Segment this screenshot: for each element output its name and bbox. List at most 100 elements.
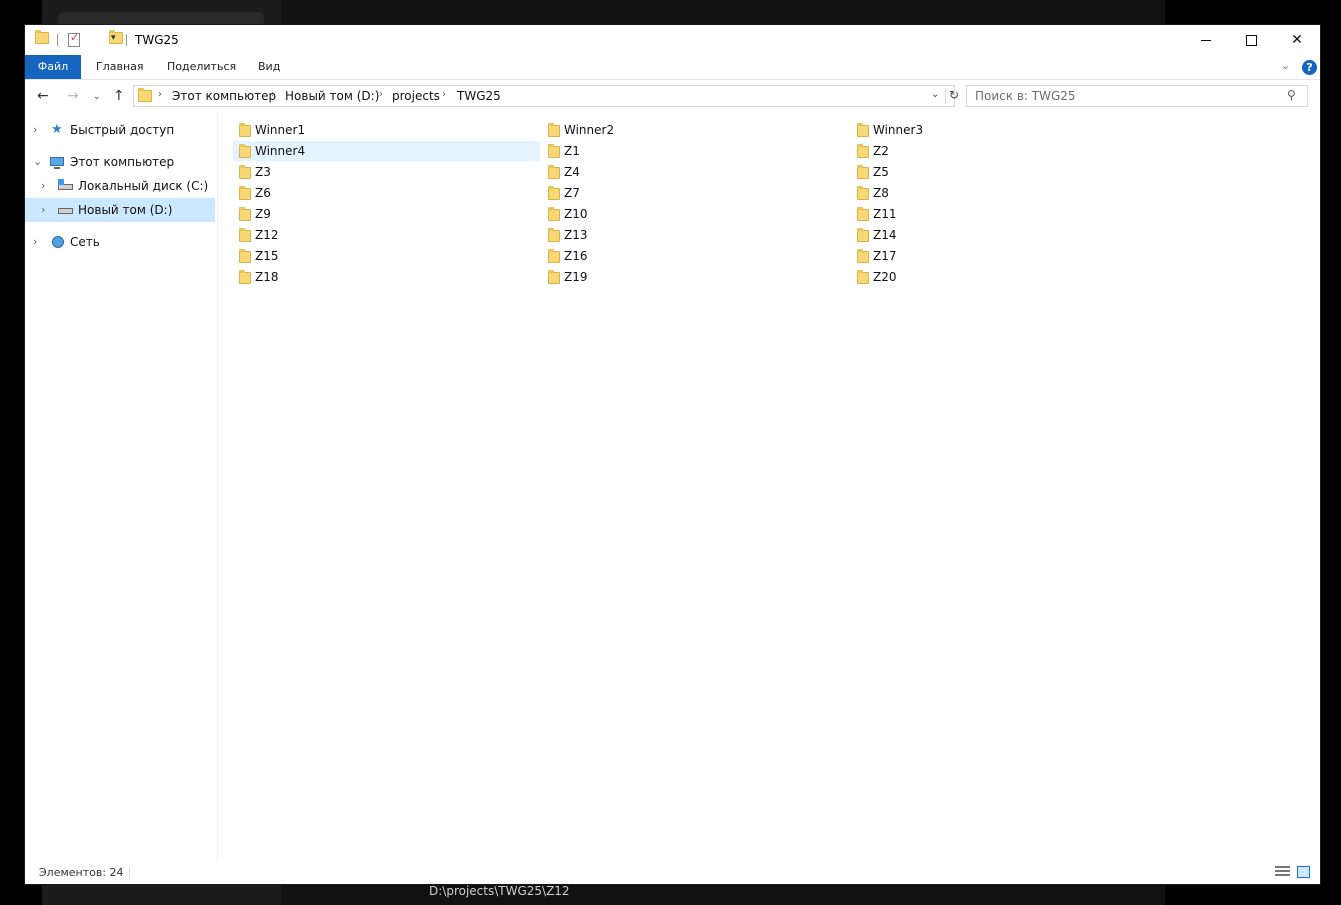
nav-item-network[interactable]: › Сеть bbox=[25, 230, 215, 254]
close-button[interactable]: ✕ bbox=[1274, 25, 1320, 55]
folder-name: Winner2 bbox=[564, 123, 615, 137]
folder-name: Z19 bbox=[564, 270, 588, 284]
minimize-button[interactable] bbox=[1183, 25, 1229, 55]
nav-label: Локальный диск (C:) bbox=[78, 179, 209, 193]
address-dropdown-icon[interactable]: ⌄ bbox=[931, 89, 939, 100]
folder-name: Z1 bbox=[564, 144, 580, 158]
folder-icon bbox=[857, 207, 869, 221]
expand-ribbon-chevron-icon[interactable]: ⌄ bbox=[1281, 59, 1290, 72]
expand-chevron-icon[interactable]: › bbox=[41, 198, 45, 222]
drive-d-icon bbox=[58, 208, 73, 214]
folder-icon bbox=[239, 228, 251, 242]
collapse-chevron-icon[interactable]: ⌄ bbox=[33, 150, 42, 174]
breadcrumb-twg25[interactable]: TWG25 bbox=[457, 89, 501, 103]
breadcrumb-separator-icon[interactable]: › bbox=[379, 89, 383, 100]
properties-icon[interactable] bbox=[68, 31, 80, 47]
folder-icon bbox=[857, 123, 869, 137]
folder-item[interactable]: Z20 bbox=[851, 267, 1158, 287]
star-icon: ★ bbox=[51, 122, 63, 137]
tab-share[interactable]: Поделиться bbox=[153, 55, 250, 79]
details-view-icon[interactable] bbox=[1275, 866, 1290, 879]
folder-name: Z3 bbox=[255, 165, 271, 179]
quick-access-separator bbox=[57, 34, 58, 46]
nav-label: Этот компьютер bbox=[70, 155, 175, 169]
folder-item[interactable]: Z7 bbox=[542, 183, 849, 203]
back-arrow-icon[interactable]: ← bbox=[37, 88, 49, 104]
breadcrumb-separator-icon[interactable]: › bbox=[158, 89, 162, 100]
maximize-button[interactable] bbox=[1228, 25, 1274, 55]
folder-item[interactable]: Winner3 bbox=[851, 120, 1158, 140]
expand-chevron-icon[interactable]: › bbox=[33, 230, 37, 254]
explorer-window: ▾ TWG25 ✕ Файл Главная Поделиться Вид ⌄ … bbox=[24, 24, 1321, 885]
folder-item[interactable]: Z11 bbox=[851, 204, 1158, 224]
folder-item[interactable]: Z17 bbox=[851, 246, 1158, 266]
folder-item[interactable]: Z4 bbox=[542, 162, 849, 182]
nav-item-drive-c[interactable]: › Локальный диск (C:) bbox=[25, 174, 215, 198]
recent-locations-chevron-icon[interactable]: ⌄ bbox=[93, 92, 101, 102]
folder-item[interactable]: Z5 bbox=[851, 162, 1158, 182]
folder-name: Z20 bbox=[873, 270, 897, 284]
folder-item[interactable]: Winner2 bbox=[542, 120, 849, 140]
folder-item[interactable]: Z8 bbox=[851, 183, 1158, 203]
folder-icon bbox=[548, 249, 560, 263]
folder-icon bbox=[857, 144, 869, 158]
folder-item[interactable]: Z18 bbox=[233, 267, 540, 287]
folder-icon bbox=[548, 186, 560, 200]
refresh-icon[interactable]: ↻ bbox=[945, 88, 962, 104]
breadcrumb-projects[interactable]: projects bbox=[392, 89, 440, 103]
search-icon[interactable]: ⚲ bbox=[1287, 88, 1296, 102]
folder-item[interactable]: Z14 bbox=[851, 225, 1158, 245]
folder-item[interactable]: Z9 bbox=[233, 204, 540, 224]
breadcrumb-separator-icon[interactable]: › bbox=[271, 89, 275, 100]
folder-item[interactable]: Z16 bbox=[542, 246, 849, 266]
tab-file[interactable]: Файл bbox=[25, 55, 81, 79]
folder-name: Z10 bbox=[564, 207, 588, 221]
status-bar: Элементов: 24 bbox=[25, 861, 1320, 884]
folder-item[interactable]: Winner1 bbox=[233, 120, 540, 140]
windows-logo-icon bbox=[58, 179, 64, 185]
quick-access-dropdown-icon[interactable]: ▾ bbox=[111, 33, 116, 43]
folder-item[interactable]: Z19 bbox=[542, 267, 849, 287]
folder-item[interactable]: Z1 bbox=[542, 141, 849, 161]
maximize-icon bbox=[1245, 34, 1257, 46]
search-input[interactable]: Поиск в: TWG25 ⚲ bbox=[966, 85, 1308, 107]
breadcrumb-this-pc[interactable]: Этот компьютер bbox=[172, 89, 276, 103]
folder-item[interactable]: Z3 bbox=[233, 162, 540, 182]
folder-name: Winner1 bbox=[255, 123, 306, 137]
expand-chevron-icon[interactable]: › bbox=[41, 174, 45, 198]
search-placeholder: Поиск в: TWG25 bbox=[975, 89, 1076, 103]
navigation-pane: › ★ Быстрый доступ ⌄ Этот компьютер › Ло… bbox=[25, 113, 218, 861]
folder-name: Z8 bbox=[873, 186, 889, 200]
address-bar[interactable]: › Этот компьютер › Новый том (D:) › proj… bbox=[133, 85, 959, 107]
help-icon[interactable]: ? bbox=[1302, 60, 1317, 75]
nav-item-this-pc[interactable]: ⌄ Этот компьютер bbox=[25, 150, 215, 174]
folder-name: Z4 bbox=[564, 165, 580, 179]
folder-item[interactable]: Z2 bbox=[851, 141, 1158, 161]
folder-item[interactable]: Z12 bbox=[233, 225, 540, 245]
folder-name: Winner4 bbox=[255, 144, 306, 158]
folder-icon bbox=[857, 165, 869, 179]
folder-item[interactable]: Z15 bbox=[233, 246, 540, 266]
ribbon-tabs: Файл Главная Поделиться Вид ⌄ ? bbox=[25, 55, 1320, 80]
folder-icon bbox=[548, 270, 560, 284]
breadcrumb-drive-d[interactable]: Новый том (D:) bbox=[285, 89, 379, 103]
up-arrow-icon[interactable]: ↑ bbox=[113, 88, 125, 104]
nav-label: Сеть bbox=[70, 235, 100, 249]
minimize-icon bbox=[1201, 39, 1211, 41]
title-bar: ▾ TWG25 ✕ bbox=[25, 25, 1320, 55]
folder-item[interactable]: Z10 bbox=[542, 204, 849, 224]
folder-item[interactable]: Z13 bbox=[542, 225, 849, 245]
large-icons-view-icon[interactable] bbox=[1297, 866, 1310, 878]
forward-arrow-icon[interactable]: → bbox=[67, 88, 79, 104]
expand-chevron-icon[interactable]: › bbox=[33, 118, 37, 142]
window-title: TWG25 bbox=[135, 33, 179, 47]
tab-view[interactable]: Вид bbox=[244, 55, 294, 79]
nav-item-drive-d[interactable]: › Новый том (D:) bbox=[25, 198, 215, 222]
title-separator bbox=[126, 34, 127, 46]
tab-home[interactable]: Главная bbox=[82, 55, 158, 79]
folder-icon bbox=[548, 165, 560, 179]
breadcrumb-separator-icon[interactable]: › bbox=[442, 89, 446, 100]
folder-item[interactable]: Winner4 bbox=[233, 141, 540, 161]
folder-item[interactable]: Z6 bbox=[233, 183, 540, 203]
nav-item-quick-access[interactable]: › ★ Быстрый доступ bbox=[25, 118, 215, 142]
